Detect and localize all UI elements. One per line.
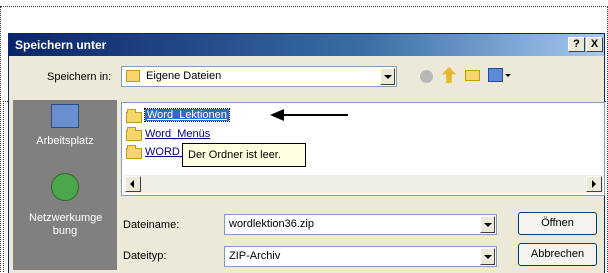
chevron-down-icon[interactable] (380, 68, 395, 85)
new-folder-icon[interactable] (465, 70, 480, 81)
filename-input[interactable]: wordlektion36.zip (224, 214, 497, 235)
places-bar: Arbeitsplatz Netzwerkumge bung (13, 100, 117, 270)
help-button[interactable]: ? (568, 37, 585, 52)
filetype-label: Dateityp: (123, 250, 167, 262)
view-menu-icon[interactable] (488, 68, 503, 82)
filetype-value: ZIP-Archiv (229, 250, 281, 262)
title-bar: Speichern unter ? X (9, 34, 604, 56)
save-in-label: Speichern in: (47, 71, 112, 83)
filetype-dropdown[interactable]: ZIP-Archiv (224, 246, 497, 267)
open-button[interactable]: Öffnen (518, 212, 597, 235)
place-my-computer[interactable]: Arbeitsplatz (13, 135, 117, 148)
up-folder-icon[interactable] (442, 67, 456, 83)
dialog-title: Speichern unter (15, 38, 107, 52)
save-as-dialog: Speichern unter ? X Speichern in: Eigene… (8, 33, 605, 273)
tooltip: Der Ordner ist leer. (182, 143, 306, 167)
save-in-value: Eigene Dateien (146, 70, 222, 82)
close-button[interactable]: X (586, 37, 603, 52)
folder-word-menues[interactable]: Word_Menüs (145, 128, 210, 140)
save-in-dropdown[interactable]: Eigene Dateien (121, 66, 397, 87)
my-documents-icon (126, 70, 140, 82)
filename-label: Dateiname: (123, 219, 180, 231)
folder-icon (126, 109, 142, 123)
folder-word[interactable]: WORD_ (145, 146, 186, 158)
folder-icon (126, 127, 142, 141)
computer-icon[interactable] (51, 104, 79, 128)
scroll-right-icon[interactable] (586, 176, 602, 192)
filename-chevron-down-icon[interactable] (480, 216, 495, 233)
back-icon[interactable] (420, 70, 433, 83)
horizontal-scrollbar[interactable] (124, 175, 603, 193)
folder-word-lektionen[interactable]: Word_Lektionen (144, 108, 230, 122)
folder-icon (126, 145, 142, 159)
filetype-chevron-down-icon[interactable] (480, 248, 495, 265)
network-globe-icon[interactable] (51, 173, 79, 201)
cancel-button[interactable]: Abbrechen (518, 243, 597, 266)
view-menu-chevron-icon[interactable] (505, 74, 511, 77)
tooltip-text: Der Ordner ist leer. (188, 149, 281, 161)
annotation-arrow (270, 109, 348, 121)
place-network[interactable]: Netzwerkumge bung (29, 212, 102, 238)
scroll-left-icon[interactable] (125, 176, 141, 192)
filename-value: wordlektion36.zip (229, 218, 314, 230)
